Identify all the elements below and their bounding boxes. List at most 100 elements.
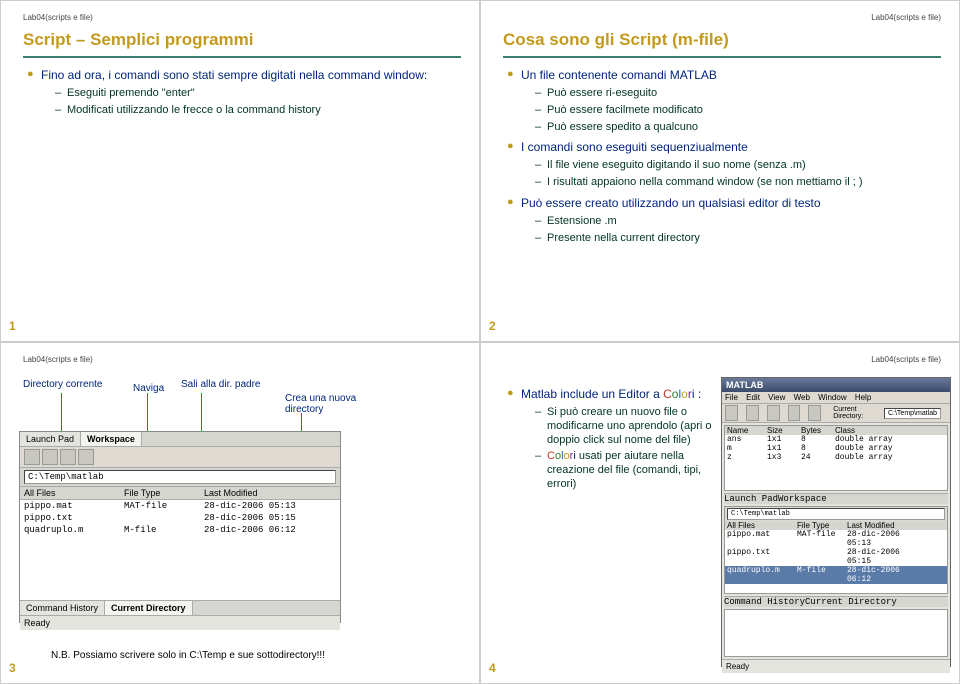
annotation-parent: Sali alla dir. padre [181, 379, 261, 390]
sub-item: I risultati appaiono nella command windo… [535, 176, 941, 190]
ws-col-name[interactable]: Name [727, 426, 767, 435]
cell-modified: 28-dic-2006 05:15 [204, 513, 324, 523]
dir-col-mod[interactable]: Last Modified [847, 521, 927, 530]
toolbar [20, 447, 340, 468]
cd-input[interactable]: C:\Temp\matlab [884, 408, 941, 419]
bullet-list: Un file contenente comandi MATLAB Può es… [503, 68, 941, 245]
sub-item: Eseguiti premendo "enter" [55, 87, 461, 101]
copy-icon[interactable] [788, 405, 801, 421]
col-name[interactable]: All Files [24, 488, 124, 498]
dir-header: All Files File Type Last Modified [725, 521, 947, 530]
dir-col-name[interactable]: All Files [727, 521, 797, 530]
title-rule [23, 56, 461, 58]
bullet-text: Un file contenente comandi MATLAB [521, 68, 717, 82]
matlab-window: MATLAB File Edit View Web Window Help Cu… [721, 377, 951, 667]
dir-path-input[interactable]: C:\Temp\matlab [727, 508, 945, 520]
path-input[interactable]: C:\Temp\matlab [24, 470, 336, 484]
tab-launchpad[interactable]: Launch Pad [20, 432, 81, 446]
col-type[interactable]: File Type [124, 488, 204, 498]
file-browser: Launch Pad Workspace C:\Temp\matlab All … [19, 431, 341, 623]
sub-item: Estensione .m [535, 215, 941, 229]
colon: : [694, 387, 701, 401]
cell-name: quadruplo.m [24, 525, 124, 535]
new-icon[interactable] [725, 405, 738, 421]
ws-row[interactable]: m1x18double array [725, 444, 947, 453]
annotation-current-dir: Directory corrente [23, 379, 102, 390]
menu-edit[interactable]: Edit [746, 393, 760, 402]
sub-item: Il file viene eseguito digitando il suo … [535, 159, 941, 173]
dir-row-selected[interactable]: quadruplo.mM-file28-dic-2006 06:12 [725, 566, 947, 584]
footnote: N.B. Possiamo scrivere solo in C:\Temp e… [51, 650, 325, 661]
ws-col-class[interactable]: Class [835, 426, 895, 435]
slide-1: Lab04(scripts e file) Script – Semplici … [0, 0, 480, 342]
annotation-newdir: Crea una nuova directory [285, 393, 375, 415]
menu-help[interactable]: Help [855, 393, 871, 402]
ws-row[interactable]: ans1x18double array [725, 435, 947, 444]
cut-icon[interactable] [767, 405, 780, 421]
status-bar: Ready [20, 615, 340, 630]
tab-workspace[interactable]: Workspace [81, 432, 142, 446]
menu-view[interactable]: View [768, 393, 785, 402]
nav-back-icon[interactable] [24, 449, 40, 465]
ws-header: Name Size Bytes Class [725, 426, 947, 435]
command-window[interactable] [724, 609, 948, 657]
ws-col-size[interactable]: Size [767, 426, 801, 435]
file-row[interactable]: pippo.mat MAT-file 28-dic-2006 05:13 [20, 500, 340, 512]
cell-modified: 28-dic-2006 06:12 [204, 525, 324, 535]
file-rows: pippo.mat MAT-file 28-dic-2006 05:13 pip… [20, 500, 340, 600]
upper-tabs: Launch Pad Workspace [20, 432, 340, 447]
dir-row[interactable]: pippo.txt28-dic-2006 05:15 [725, 548, 947, 566]
menu-web[interactable]: Web [794, 393, 810, 402]
slide-number: 2 [489, 319, 496, 333]
column-headers: All Files File Type Last Modified [20, 487, 340, 500]
cell-modified: 28-dic-2006 05:13 [204, 501, 324, 511]
sub-item: Modificati utilizzando le frecce o la co… [55, 104, 461, 118]
bullet-item: Può essere creato utilizzando un qualsia… [507, 196, 941, 246]
bullet-text: Può essere creato utilizzando un qualsia… [521, 196, 821, 210]
help-icon[interactable] [808, 405, 821, 421]
bullet-list: Fino ad ora, i comandi sono stati sempre… [23, 68, 461, 118]
tab-workspace[interactable]: Workspace [778, 494, 827, 504]
dir-row[interactable]: pippo.matMAT-file28-dic-2006 05:13 [725, 530, 947, 548]
ws-row[interactable]: z1x324double array [725, 453, 947, 462]
window-titlebar: MATLAB [722, 378, 950, 392]
bullet-item: Fino ad ora, i comandi sono stati sempre… [27, 68, 461, 118]
menu-bar: File Edit View Web Window Help [722, 392, 950, 404]
bullet-item: Matlab include un Editor a Colori : Si p… [507, 387, 713, 492]
slide-title: Script – Semplici programmi [23, 30, 461, 50]
path-row: C:\Temp\matlab [20, 468, 340, 487]
ws-tabs: Launch Pad Workspace [724, 493, 948, 504]
tab-command-history[interactable]: Command History [20, 601, 105, 615]
ws-col-bytes[interactable]: Bytes [801, 426, 835, 435]
slide-number: 4 [489, 661, 496, 675]
menu-window[interactable]: Window [818, 393, 846, 402]
cell-type: M-file [124, 525, 204, 535]
sub-item: Colori usati per aiutare nella creazione… [535, 450, 713, 491]
tab-launchpad[interactable]: Launch Pad [724, 494, 778, 504]
find-icon[interactable] [78, 449, 94, 465]
new-folder-icon[interactable] [60, 449, 76, 465]
slide-number: 1 [9, 319, 16, 333]
menu-file[interactable]: File [725, 393, 738, 402]
sub-list: Eseguiti premendo "enter" Modificati uti… [41, 87, 461, 118]
lower-tabs: Command History Current Directory [20, 600, 340, 615]
sub-item: Può essere spedito a qualcuno [535, 121, 941, 135]
tab-command-history[interactable]: Command History [724, 597, 805, 607]
cell-type: MAT-file [124, 501, 204, 511]
dir-col-type[interactable]: File Type [797, 521, 847, 530]
file-row[interactable]: quadruplo.m M-file 28-dic-2006 06:12 [20, 524, 340, 536]
open-icon[interactable] [746, 405, 759, 421]
color-word: Colori [547, 450, 576, 462]
tab-current-directory[interactable]: Current Directory [805, 597, 897, 607]
tab-current-directory[interactable]: Current Directory [105, 601, 193, 615]
workspace-panel: Name Size Bytes Class ans1x18double arra… [724, 425, 948, 491]
bullet-text: Matlab include un Editor a [521, 387, 663, 401]
cd-label: Current Directory: [833, 406, 876, 420]
nav-up-icon[interactable] [42, 449, 58, 465]
col-modified[interactable]: Last Modified [204, 488, 324, 498]
file-row[interactable]: pippo.txt 28-dic-2006 05:15 [20, 512, 340, 524]
bullet-item: Un file contenente comandi MATLAB Può es… [507, 68, 941, 134]
cell-type [124, 513, 204, 523]
status-bar: Ready [722, 659, 950, 673]
sub-item: Presente nella current directory [535, 232, 941, 246]
